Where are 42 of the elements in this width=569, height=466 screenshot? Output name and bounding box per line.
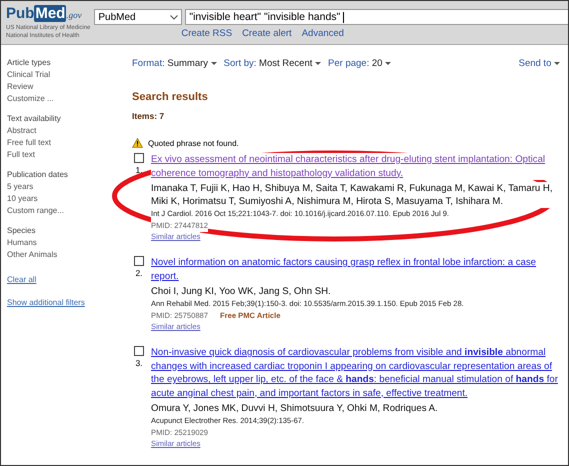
warning-message: Quoted phrase not found. xyxy=(148,138,239,148)
send-to-dropdown[interactable]: Send to xyxy=(518,58,560,69)
result-checkbox[interactable] xyxy=(134,256,144,266)
filter-group-title: Species xyxy=(7,225,36,237)
filter-group-title: Publication dates xyxy=(7,169,69,181)
filter-item[interactable]: Customize ... xyxy=(7,93,127,105)
filter-item[interactable]: Review xyxy=(7,81,127,93)
result-number: 1. xyxy=(135,165,143,175)
filter-item[interactable]: Abstract xyxy=(7,125,127,137)
result-checkbox[interactable] xyxy=(134,153,144,163)
author-list: Imanaka T, Fujii K, Hao H, Shibuya M, Saita T, Kawakami R, Fukunaga M, Kawai K, Tamaru H, Miki K, Horimatsu T, Sumiyoshi A, Nishimura M, Hirota S, Masuyama T, Ishihara M. xyxy=(151,182,560,208)
filter-item[interactable]: Other Animals xyxy=(7,249,127,261)
filter-item[interactable]: Free full text xyxy=(7,137,127,149)
filter-item[interactable]: Custom range... xyxy=(7,205,127,217)
pubmed-logo[interactable]: PubMed.gov xyxy=(6,5,90,24)
database-select[interactable]: PubMed xyxy=(94,9,182,25)
filter-item[interactable]: 5 years xyxy=(7,181,127,193)
header-link[interactable]: Advanced xyxy=(302,28,344,39)
author-list: Choi I, Jung KI, Yoo WK, Jang S, Ohn SH. xyxy=(151,285,331,298)
sidebar-link[interactable]: Clear all xyxy=(7,275,127,284)
display-option-dropdown[interactable]: Sort by: Most Recent xyxy=(224,58,322,69)
chevron-down-icon xyxy=(170,14,178,20)
search-field[interactable]: "invisible heart" "invisible hands" xyxy=(185,9,568,25)
article-title-link[interactable]: Non-invasive quick diagnosis of cardiovascular problems from visible and invisible abnormal changes with increased cardiac troponin I appearing on cardiovascular representation areas of the eyebrows, left upper lip, etc. of the face & hands: beneficial manual stimulation of hands for acute anginal chest pain, and important factors in safe, effective treatment. xyxy=(151,346,560,400)
sidebar-link[interactable]: Show additional filters xyxy=(7,298,127,307)
display-option-dropdown[interactable]: Per page: 20 xyxy=(328,58,392,69)
result-number: 3. xyxy=(135,358,143,368)
header-link[interactable]: Create RSS xyxy=(181,28,232,39)
results-heading: Search results xyxy=(132,91,209,103)
result-checkbox[interactable] xyxy=(134,346,144,356)
filter-group-title: Text availability xyxy=(7,113,62,125)
result-number: 2. xyxy=(135,268,143,278)
author-list: Omura Y, Jones MK, Duvvi H, Shimotsuura Y, Ohki M, Rodriques A. xyxy=(151,402,438,415)
header-link[interactable]: Create alert xyxy=(242,28,292,39)
items-count: Items: 7 xyxy=(132,111,166,121)
filter-item[interactable]: 10 years xyxy=(7,193,127,205)
warning-icon xyxy=(132,138,143,148)
filter-item[interactable]: Humans xyxy=(7,237,127,249)
display-option-dropdown[interactable]: Format: Summary xyxy=(132,58,217,69)
filter-item[interactable]: Clinical Trial xyxy=(7,69,127,81)
filter-item[interactable]: Full text xyxy=(7,149,127,161)
filter-group-title: Article types xyxy=(7,57,52,69)
